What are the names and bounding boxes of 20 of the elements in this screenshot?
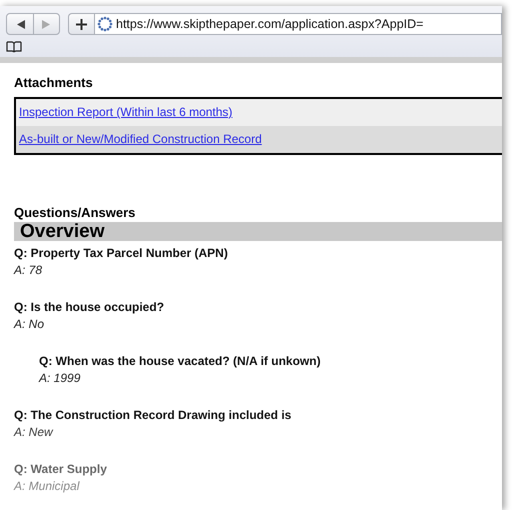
answer-text: A: 78 bbox=[14, 262, 44, 279]
answer-text: A: No bbox=[14, 316, 46, 333]
question-text: Q: The Construction Record Drawing included is bbox=[14, 407, 292, 423]
plus-icon bbox=[76, 18, 87, 30]
answer-text: A: 1999 bbox=[39, 370, 82, 387]
back-arrow-icon bbox=[16, 20, 24, 28]
forward-arrow-icon bbox=[42, 20, 51, 28]
question-text: Q: Is the house occupied? bbox=[14, 299, 166, 315]
question-text: Q: When was the house vacated? (N/A if unkown) bbox=[39, 353, 322, 369]
answer-text: A: Municipal bbox=[14, 478, 81, 495]
section-title: Overview bbox=[14, 222, 502, 241]
answer-text: A: New bbox=[14, 424, 54, 441]
loading-icon bbox=[97, 16, 113, 32]
address-field[interactable]: https://www.skipthepaper.com/application.aspx?AppID= bbox=[94, 13, 502, 35]
section-heading: Attachments bbox=[14, 75, 94, 90]
section-heading: Questions/Answers bbox=[14, 205, 136, 220]
question-text: Q: Water Supply bbox=[14, 461, 108, 477]
question-text: Q: Property Tax Parcel Number (APN) bbox=[14, 245, 229, 261]
add-bookmark-button[interactable] bbox=[68, 13, 94, 35]
book-icon[interactable] bbox=[6, 41, 22, 53]
